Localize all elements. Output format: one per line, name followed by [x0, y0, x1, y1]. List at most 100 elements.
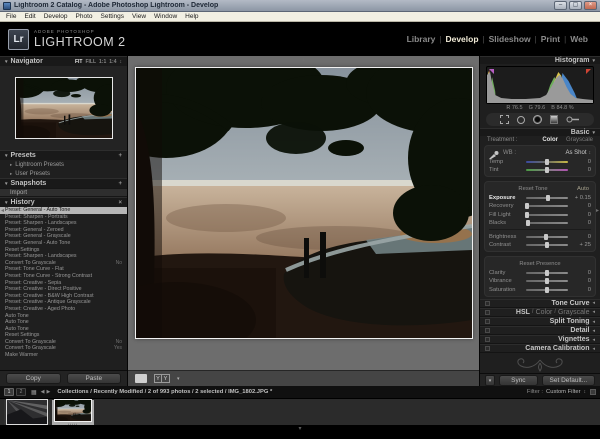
slider-knob[interactable] [545, 278, 549, 284]
sync-switch-button[interactable]: ▾ [485, 375, 495, 386]
slider-track[interactable] [526, 169, 568, 171]
slider-knob[interactable] [545, 159, 549, 165]
auto-tone-button[interactable]: Auto [577, 186, 589, 192]
slider-value[interactable]: 0 [571, 212, 591, 218]
history-item[interactable]: Preset: Sharpen - Landscapes [0, 253, 127, 260]
slider-knob[interactable] [525, 203, 529, 209]
slider-track[interactable] [526, 289, 568, 291]
slider-knob[interactable] [546, 195, 550, 201]
panel-toggle-icon[interactable] [485, 301, 490, 306]
panel-toggle-icon[interactable] [485, 328, 490, 333]
histogram[interactable] [486, 66, 594, 104]
slider-value[interactable]: 0 [571, 220, 591, 226]
slider-knob[interactable] [545, 167, 549, 173]
treatment-grayscale-option[interactable]: Grayscale [566, 137, 593, 143]
reset-tone-button[interactable]: Reset Tone [518, 186, 547, 192]
history-item[interactable]: Preset: General - Auto Tone [0, 207, 127, 214]
previous-photo-icon[interactable]: ◀ [41, 389, 45, 395]
hsl-label[interactable]: HSL [516, 309, 530, 316]
menu-item[interactable]: Develop [40, 13, 72, 20]
set-default-button[interactable]: Set Default... [542, 375, 595, 386]
right-panel-collapse-arrow[interactable]: ▸ [596, 208, 599, 214]
slider-track[interactable] [526, 197, 568, 199]
grid-view-icon[interactable]: ▦ [31, 389, 37, 396]
zoom-level[interactable]: FIT [75, 59, 83, 65]
slider-value[interactable]: 0 [571, 167, 591, 173]
zoom-level[interactable]: FILL [85, 59, 96, 65]
add-preset-icon[interactable]: + [118, 153, 122, 159]
history-item[interactable]: Auto Tone [0, 326, 127, 333]
crop-tool-icon[interactable] [500, 115, 509, 124]
filmstrip-collapse-arrow[interactable]: ▾ [298, 425, 301, 433]
maximize-button[interactable]: ▢ [569, 1, 582, 10]
history-item[interactable]: Preset: General - Zeroed [0, 227, 127, 234]
slider-value[interactable]: + 0.15 [571, 195, 591, 201]
loupe-view-icon[interactable] [135, 374, 147, 383]
history-item[interactable]: Reset Settings [0, 247, 127, 254]
clear-history-icon[interactable]: × [118, 200, 122, 206]
redeye-tool-icon[interactable] [533, 115, 542, 124]
slider-value[interactable]: 0 [571, 287, 591, 293]
navigator-header[interactable]: ▾ Navigator FITFILL1:11:4↕ [0, 56, 127, 66]
basic-panel-header[interactable]: Basic ▾ [480, 128, 600, 136]
history-item[interactable]: Preset: Creative - Aged Photo [0, 306, 127, 313]
primary-monitor-button[interactable]: 1 [4, 388, 14, 396]
slider-knob[interactable] [545, 242, 549, 248]
panel-toggle-icon[interactable] [485, 346, 490, 351]
zoom-level[interactable]: 1:4 [109, 59, 116, 65]
module-tab[interactable]: Print [541, 34, 560, 44]
menu-item[interactable]: File [2, 13, 20, 20]
slider-value[interactable]: + 25 [571, 242, 591, 248]
slider-knob[interactable] [545, 270, 549, 276]
camera-calibration-panel-header[interactable]: Camera Calibration ◂ [480, 344, 600, 353]
menu-item[interactable]: Photo [72, 13, 97, 20]
history-item[interactable]: Preset: Tone Curve - Strong Contrast [0, 273, 127, 280]
before-after-dropdown-icon[interactable]: ▾ [177, 376, 180, 382]
module-tab[interactable]: Slideshow [489, 34, 531, 44]
tone-curve-panel-header[interactable]: Tone Curve ◂ [480, 299, 600, 308]
hsl-color-label[interactable]: Color [536, 309, 553, 316]
history-item[interactable]: Convert To Grayscale Yes [0, 345, 127, 352]
slider-track[interactable] [526, 161, 568, 163]
history-item[interactable]: Auto Tone [0, 319, 127, 326]
module-tab[interactable]: Library [407, 34, 436, 44]
reset-presence-button[interactable]: Reset Presence [519, 261, 560, 267]
history-item[interactable]: Convert To Grayscale No [0, 260, 127, 267]
panel-toggle-icon[interactable] [485, 310, 490, 315]
shadow-clipping-icon[interactable] [489, 69, 494, 74]
next-photo-icon[interactable]: ▶ [47, 389, 51, 395]
close-button[interactable]: × [584, 1, 597, 10]
slider-track[interactable] [526, 280, 568, 282]
menu-item[interactable]: Window [150, 13, 181, 20]
filmstrip-thumbnail[interactable] [4, 400, 50, 425]
adjustment-brush-tool-icon[interactable] [566, 115, 580, 124]
after-view-button[interactable]: Y [162, 374, 170, 383]
detail-panel-header[interactable]: Detail ◂ [480, 326, 600, 335]
spot-removal-tool-icon[interactable] [517, 116, 525, 124]
slider-knob[interactable] [545, 287, 549, 293]
treatment-color-option[interactable]: Color [542, 137, 558, 143]
slider-track[interactable] [526, 236, 568, 238]
photo[interactable] [135, 67, 473, 339]
slider-track[interactable] [526, 244, 568, 246]
history-item[interactable]: Preset: Creative - Direct Positive [0, 286, 127, 293]
image-canvas[interactable] [128, 56, 479, 370]
snapshot-item[interactable]: Import [0, 188, 127, 197]
history-item[interactable]: Make Warmer [0, 352, 127, 359]
secondary-monitor-button[interactable]: 2 [16, 388, 26, 396]
slider-knob[interactable] [544, 234, 548, 240]
vignettes-panel-header[interactable]: Vignettes ◂ [480, 335, 600, 344]
history-item[interactable]: Preset: General - Grayscale [0, 233, 127, 240]
slider-value[interactable]: 0 [571, 270, 591, 276]
slider-value[interactable]: 0 [571, 203, 591, 209]
history-item[interactable]: Preset: Sharpen - Landscapes [0, 220, 127, 227]
copy-button[interactable]: Copy [6, 373, 61, 384]
preset-folder[interactable]: ▸ Lightroom Presets [0, 160, 127, 169]
hsl-panel-header[interactable]: HSL / Color / Grayscale ◂ [480, 308, 600, 317]
breadcrumb[interactable]: Collections / Recently Modified / 2 of 9… [57, 389, 527, 395]
history-item[interactable]: Auto Tone [0, 313, 127, 320]
paste-button[interactable]: Paste [67, 373, 122, 384]
history-item[interactable]: Preset: Creative - Antique Grayscale [0, 299, 127, 306]
snapshots-header[interactable]: ▾ Snapshots + [0, 178, 127, 188]
slider-knob[interactable] [525, 212, 529, 218]
